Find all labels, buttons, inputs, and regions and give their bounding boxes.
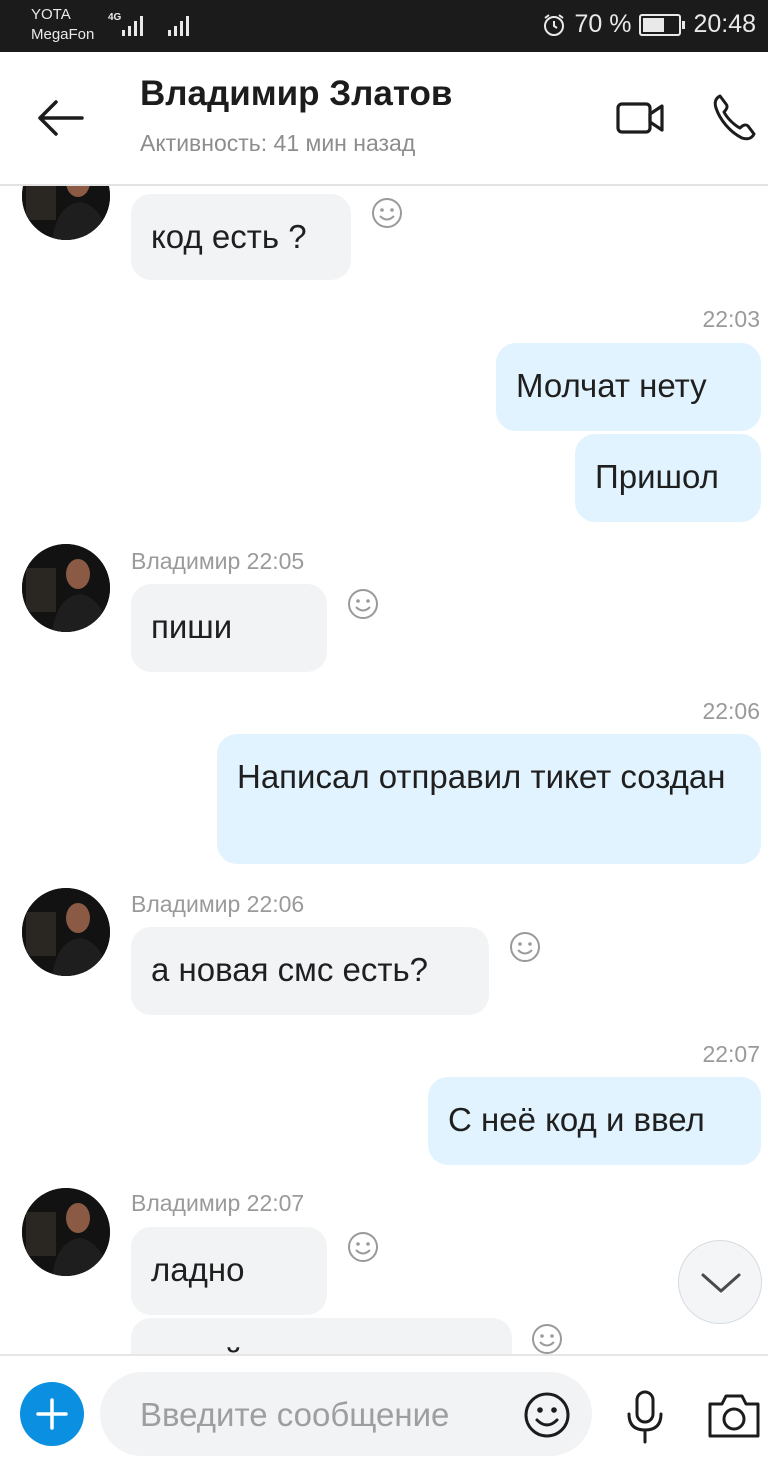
message-bubble-outgoing[interactable]: Написал отправил тикет создан [217, 734, 761, 864]
message-time: 22:06 [702, 698, 760, 724]
message-input-placeholder: Введите сообщение [140, 1396, 450, 1433]
message-text: Молчат нету [516, 367, 707, 404]
message-meta: Владимир 22:07 [131, 1190, 304, 1217]
status-bar: YOTA MegaFon 4G 70 % 20:48 [0, 0, 768, 52]
message-time: 22:07 [702, 1041, 760, 1067]
avatar[interactable] [22, 888, 110, 976]
emoji-reaction-icon[interactable] [370, 196, 404, 230]
message-text: код есть ? [151, 218, 307, 255]
message-text: а новая смс есть? [151, 951, 429, 988]
emoji-reaction-icon[interactable] [346, 587, 380, 621]
message-text: ладно [151, 1251, 245, 1288]
message-bubble-incoming[interactable]: ладно [131, 1227, 327, 1315]
message-list[interactable]: код есть ? 22:03 Молчат нету Пришол Влад… [0, 186, 768, 1354]
battery-percent: 70 % [574, 10, 632, 38]
message-time: 22:06 [246, 891, 305, 917]
message-meta: Владимир 22:05 [131, 548, 304, 575]
emoji-icon[interactable] [522, 1390, 572, 1440]
carrier-1: YOTA [31, 6, 71, 23]
camera-icon[interactable] [706, 1390, 762, 1440]
message-time: 22:07 [246, 1190, 305, 1216]
emoji-reaction-icon[interactable] [508, 930, 542, 964]
message-meta: Владимир 22:06 [131, 891, 304, 918]
message-text: давай заканчивать [151, 1342, 440, 1354]
composer-bar: Введите сообщение [0, 1354, 768, 1457]
chevron-down-icon [701, 1273, 741, 1293]
avatar[interactable] [22, 544, 110, 632]
sender-name: Владимир [131, 548, 241, 574]
message-time: 22:03 [702, 306, 760, 332]
message-bubble-outgoing[interactable]: Пришол [575, 434, 761, 522]
emoji-reaction-icon[interactable] [530, 1322, 564, 1354]
message-time: 22:05 [246, 548, 305, 574]
activity-status: Активность: 41 мин назад [140, 130, 416, 156]
battery-icon [639, 13, 686, 36]
message-text: Написал отправил тикет создан [237, 758, 726, 795]
add-attachment-button[interactable] [20, 1382, 84, 1446]
sender-name: Владимир [131, 891, 241, 917]
plus-icon [36, 1398, 68, 1430]
chat-header: Владимир Златов Активность: 41 мин назад [0, 52, 768, 186]
signal-icon [168, 14, 189, 36]
message-bubble-outgoing[interactable]: С неё код и ввел [428, 1077, 761, 1165]
video-call-icon[interactable] [612, 90, 668, 146]
avatar[interactable] [22, 1188, 110, 1276]
message-bubble-incoming[interactable]: пиши [131, 584, 327, 672]
message-bubble-incoming[interactable]: а новая смс есть? [131, 927, 489, 1015]
message-bubble-incoming[interactable]: давай заканчивать [131, 1318, 512, 1354]
message-text: пиши [151, 608, 233, 645]
clock: 20:48 [693, 10, 756, 38]
carrier-labels: YOTA MegaFon [31, 5, 94, 45]
message-bubble-outgoing[interactable]: Молчат нету [496, 343, 761, 431]
contact-name[interactable]: Владимир Златов [140, 74, 452, 114]
avatar[interactable] [22, 186, 110, 240]
signal-icon [122, 14, 143, 36]
message-text: С неё код и ввел [448, 1101, 705, 1138]
sender-name: Владимир [131, 1190, 241, 1216]
message-bubble-incoming[interactable]: код есть ? [131, 194, 351, 280]
back-arrow-icon[interactable] [32, 94, 92, 142]
emoji-reaction-icon[interactable] [346, 1230, 380, 1264]
carrier-2: MegaFon [31, 26, 95, 43]
phone-icon[interactable] [706, 90, 762, 146]
message-text: Пришол [595, 458, 719, 495]
microphone-icon[interactable] [620, 1390, 670, 1444]
message-input[interactable]: Введите сообщение [100, 1372, 592, 1456]
network-type: 4G [108, 12, 122, 23]
scroll-to-bottom-button[interactable] [678, 1240, 762, 1324]
status-right: 70 % 20:48 [542, 10, 756, 39]
alarm-icon [544, 13, 565, 36]
